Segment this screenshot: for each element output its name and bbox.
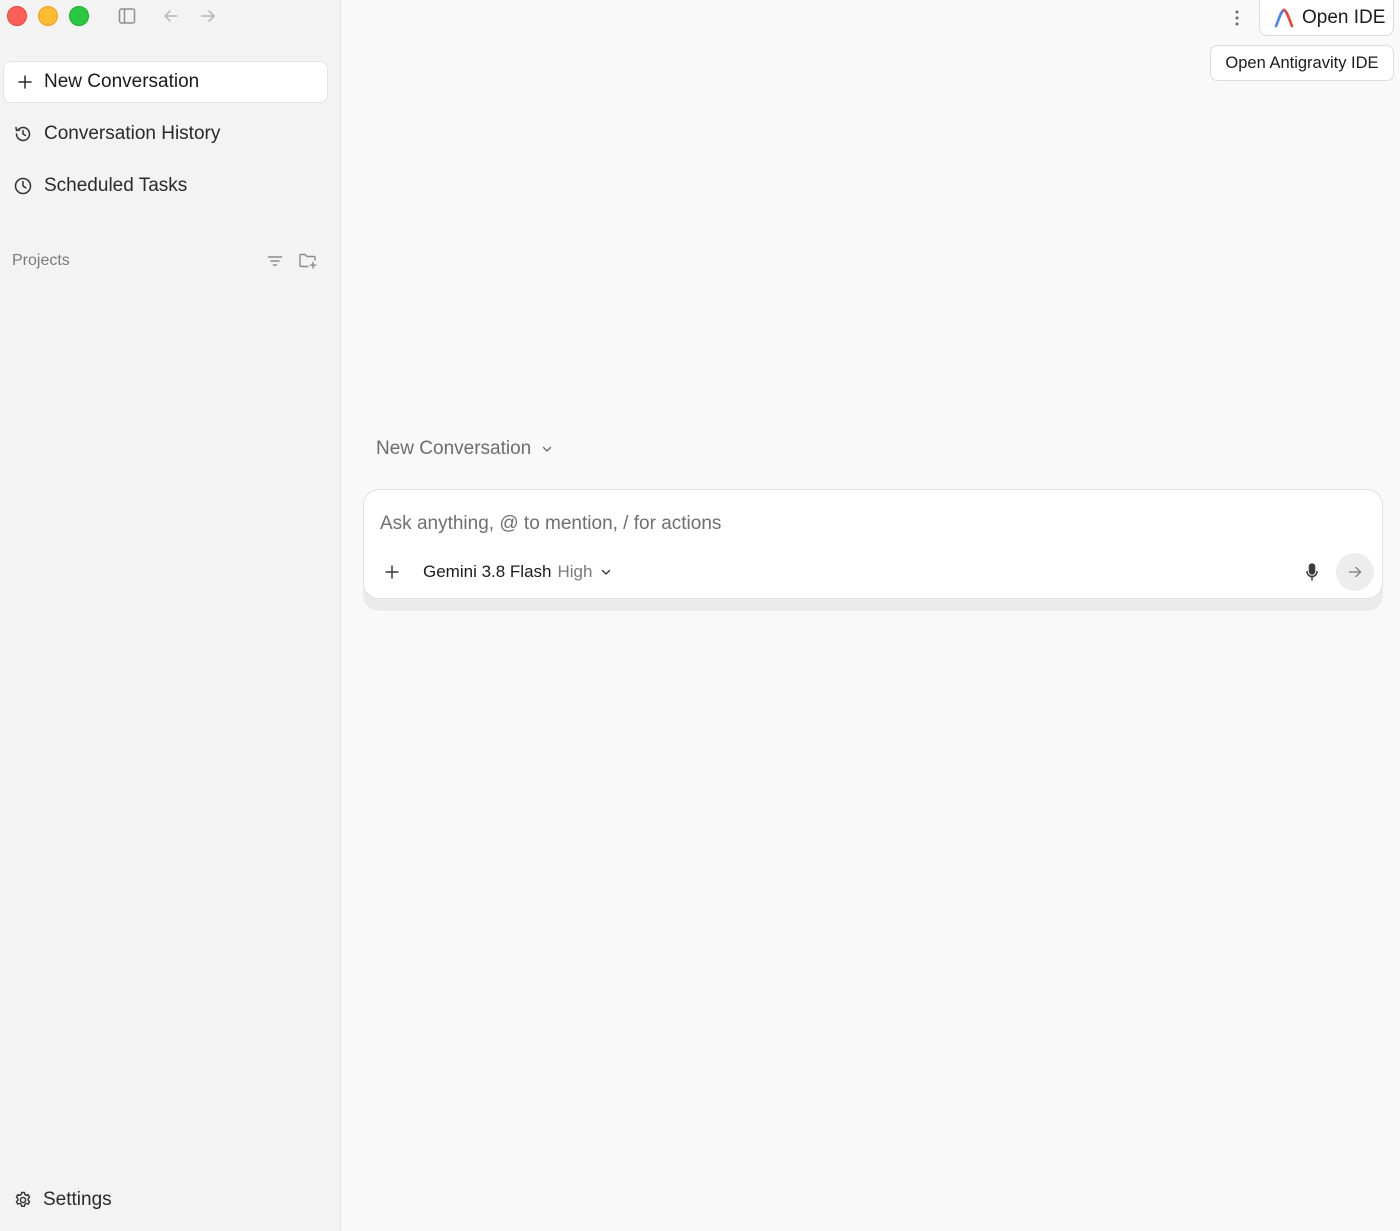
sidebar-icon (118, 8, 136, 24)
arrow-left-icon (164, 10, 178, 22)
plus-icon (385, 565, 399, 579)
add-attachment-button[interactable] (380, 560, 404, 584)
open-ide-tooltip: Open Antigravity IDE (1210, 45, 1394, 81)
model-selector[interactable]: Gemini 3.8 Flash High (423, 560, 612, 584)
filter-projects-button[interactable] (266, 252, 284, 270)
clock-icon (14, 177, 32, 195)
send-button[interactable] (1336, 553, 1374, 591)
new-conversation-button[interactable]: New Conversation (3, 61, 328, 103)
microphone-icon (1306, 563, 1318, 581)
model-name: Gemini 3.8 Flash (423, 562, 552, 581)
gear-icon (15, 1191, 31, 1207)
more-vertical-icon (1235, 10, 1239, 26)
arrow-right-icon (1348, 566, 1362, 578)
prompt-input[interactable] (380, 510, 1280, 538)
composer: Gemini 3.8 Flash High (363, 489, 1383, 599)
forward-button[interactable] (195, 4, 221, 28)
microphone-button[interactable] (1301, 560, 1323, 584)
sidebar-item-scheduled-tasks[interactable]: Scheduled Tasks (3, 165, 328, 207)
model-level: High (557, 562, 593, 581)
sidebar-item-label: Scheduled Tasks (44, 175, 188, 196)
projects-label: Projects (12, 252, 70, 269)
close-window-button[interactable] (7, 6, 27, 26)
toggle-sidebar-button[interactable] (114, 4, 140, 28)
filter-icon (267, 256, 283, 266)
projects-actions (266, 252, 318, 270)
antigravity-logo-icon (1274, 8, 1294, 27)
arrow-right-icon (201, 10, 215, 22)
window-controls (7, 6, 89, 26)
settings-label: Settings (43, 1189, 112, 1210)
back-button[interactable] (158, 4, 184, 28)
folder-plus-icon (299, 253, 317, 269)
sidebar: New Conversation Conversation History Sc… (0, 0, 341, 1231)
add-project-button[interactable] (298, 252, 318, 270)
settings-button[interactable]: Settings (3, 1180, 203, 1220)
history-icon (15, 126, 31, 142)
chevron-down-icon (543, 446, 552, 452)
zoom-window-button[interactable] (69, 6, 89, 26)
new-conversation-label: New Conversation (44, 71, 200, 92)
sidebar-item-conversation-history[interactable]: Conversation History (3, 113, 328, 155)
plus-icon (18, 75, 32, 89)
sidebar-item-label: Conversation History (44, 123, 221, 144)
more-options-button[interactable] (1225, 6, 1249, 30)
conversation-selector-label: New Conversation (376, 438, 532, 459)
open-ide-label: Open IDE (1302, 6, 1386, 28)
open-ide-button[interactable]: Open IDE (1259, 0, 1394, 36)
projects-header: Projects (12, 250, 318, 272)
conversation-selector[interactable]: New Conversation (376, 436, 553, 462)
minimize-window-button[interactable] (38, 6, 58, 26)
app-window: New Conversation Conversation History Sc… (0, 0, 1400, 1231)
chevron-down-icon (602, 569, 611, 575)
